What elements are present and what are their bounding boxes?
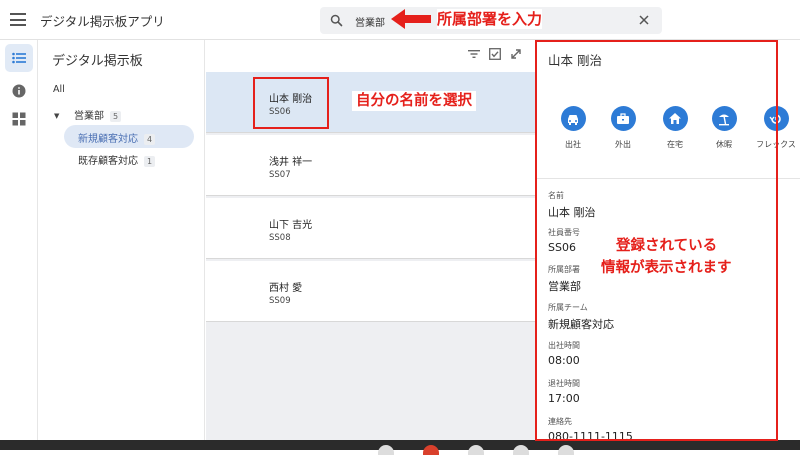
annotation-info-line2: 情報が表示されます [601,260,732,276]
filter-icon[interactable] [468,48,480,60]
member-card[interactable]: 山下 吉光 SS08 [206,198,535,259]
member-card[interactable]: 浅井 祥一 SS07 [206,135,535,196]
search-input[interactable]: 営業部 [355,14,385,29]
team-label: 既存顧客対応 [78,156,138,167]
checkbox-icon[interactable] [489,48,501,60]
list-icon [12,52,26,64]
taskbar-icon[interactable] [423,445,439,455]
annotation-search-hint: 所属部署を入力 [437,9,543,29]
member-id: SS07 [269,170,291,180]
info-icon [12,84,26,98]
annotation-arrow [391,9,431,29]
tree-item-department[interactable]: 営業部 5 [74,107,122,122]
taskbar [0,440,800,450]
annotation-info-line1: 登録されている [616,238,718,254]
taskbar-icon[interactable] [558,445,574,455]
annotation-select-hint: 自分の名前を選択 [352,91,476,111]
department-count: 5 [110,111,122,122]
team-count: 4 [144,134,156,145]
app-title: デジタル掲示板アプリ [40,14,165,29]
tree-item-team-new[interactable]: 新規顧客対応 4 [64,125,194,148]
expand-icon[interactable] [510,48,522,60]
member-id: SS08 [269,233,291,243]
member-card[interactable]: 西村 愛 SS09 [206,261,535,322]
tree-item-team-existing[interactable]: 既存顧客対応 1 [78,152,156,167]
nav-rail [0,40,38,440]
list-toolbar [468,48,522,66]
taskbar-icon[interactable] [378,445,394,455]
grid-view-button[interactable] [5,105,33,133]
team-label: 新規顧客対応 [78,134,138,145]
tree-item-all[interactable]: All [53,84,65,95]
taskbar-icon[interactable] [468,445,484,455]
info-button[interactable] [5,77,33,105]
grid-icon [12,112,26,126]
collapse-arrow-icon[interactable]: ▼ [54,112,59,120]
member-name: 西村 愛 [269,283,303,294]
board-header: デジタル掲示板 [52,54,143,69]
annotation-highlight-selected [253,77,329,129]
team-count: 1 [144,156,156,167]
menu-icon[interactable] [10,13,26,26]
member-name: 山下 吉光 [269,220,313,231]
department-tree: デジタル掲示板 All ▼ 営業部 5 新規顧客対応 4 既存顧客対応 1 [38,40,205,440]
search-icon [330,14,343,27]
member-id: SS09 [269,296,291,306]
list-view-button[interactable] [5,44,33,72]
department-label: 営業部 [74,111,104,122]
close-icon[interactable] [636,12,652,28]
taskbar-icon[interactable] [513,445,529,455]
member-name: 浅井 祥一 [269,157,313,168]
